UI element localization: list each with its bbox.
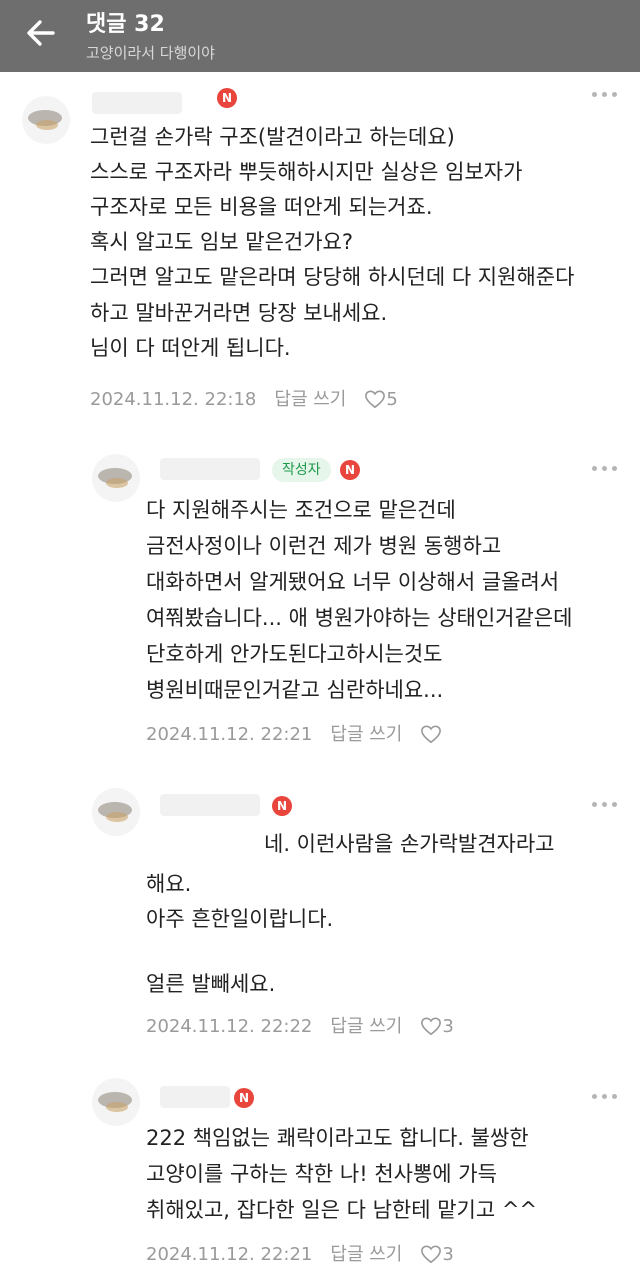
more-options-button[interactable] — [592, 466, 618, 474]
comment-text-line: 하고 말바꾼거라면 당장 보내세요. — [90, 301, 388, 325]
comment-text-line: 구조자로 모든 비용을 떠안게 되는거죠. — [90, 195, 433, 219]
page-subtitle: 고양이라서 다행이야 — [86, 44, 215, 62]
heart-icon[interactable] — [420, 1016, 442, 1036]
comment-meta: 2024.11.12. 22:18 답글 쓰기 5 — [90, 385, 398, 411]
comment-text-line: 병원비때문인거같고 심란하네요... — [146, 678, 444, 702]
reply-button[interactable]: 답글 쓰기 — [330, 1244, 402, 1265]
new-badge-icon: N — [217, 88, 237, 108]
like-count: 3 — [442, 1016, 454, 1037]
comment-text-line: 다 지원해주시는 조건으로 맡은건데 — [146, 498, 456, 522]
comment-item: 작성자 N 다 지원해주시는 조건으로 맡은건데 금전사정이나 이런건 제가 병… — [0, 452, 640, 762]
author-name[interactable] — [160, 1086, 230, 1108]
comment-item: N 네. 이런사람을 손가락발견자라고 해요. 아주 흔한일이랍니다. 얼른 발… — [0, 786, 640, 1054]
like-count: 5 — [386, 389, 398, 410]
author-name[interactable] — [160, 794, 260, 816]
comment-text-line: 네. 이런사람을 손가락발견자라고 — [264, 832, 555, 856]
new-badge-icon: N — [272, 796, 292, 816]
heart-icon[interactable] — [420, 724, 442, 744]
reply-button[interactable]: 답글 쓰기 — [274, 389, 346, 410]
comment-text-line: 얼른 발빼세요. — [146, 972, 276, 996]
comment-text-line: 아주 흔한일이랍니다. — [146, 907, 334, 931]
comment-text-line: 여쭤봤습니다... 애 병원가야하는 상태인거같은데 — [146, 606, 573, 630]
avatar[interactable] — [92, 1078, 140, 1126]
comment-meta: 2024.11.12. 22:22 답글 쓰기 3 — [146, 1012, 454, 1038]
heart-icon[interactable] — [364, 389, 386, 409]
new-badge-icon: N — [234, 1088, 254, 1108]
author-name[interactable] — [160, 458, 260, 480]
comment-date: 2024.11.12. 22:22 — [146, 1016, 313, 1037]
comment-date: 2024.11.12. 22:21 — [146, 1244, 313, 1265]
more-options-button[interactable] — [592, 1094, 618, 1102]
comment-text-line: 222 책임없는 쾌락이라고도 합니다. 불쌍한 — [146, 1126, 529, 1150]
comment-text-line: 대화하면서 알게됐어요 너무 이상해서 글올려서 — [146, 570, 560, 594]
new-badge-icon: N — [340, 460, 360, 480]
comment-text-line: 혹시 알고도 임보 맡은건가요? — [90, 230, 354, 254]
comment-text-line: 해요. — [146, 872, 192, 896]
app-header: 댓글 32 고양이라서 다행이야 — [0, 0, 640, 72]
comment-text-line: 스스로 구조자라 뿌듯해하시지만 실상은 임보자가 — [90, 160, 523, 184]
page-title: 댓글 32 — [86, 12, 165, 37]
comment-text-line: 그러면 알고도 맡은라며 당당해 하시던데 다 지원해준다 — [90, 265, 575, 289]
comment-item: N 222 책임없는 쾌락이라고도 합니다. 불쌍한 고양이를 구하는 착한 나… — [0, 1076, 640, 1276]
author-name[interactable] — [92, 92, 182, 114]
like-count: 3 — [442, 1244, 454, 1265]
avatar[interactable] — [92, 788, 140, 836]
comment-text-line: 님이 다 떠안게 됩니다. — [90, 336, 291, 360]
comment-item: N 그런걸 손가락 구조(발견이라고 하는데요) 스스로 구조자라 뿌듯해하시지… — [0, 82, 640, 412]
back-button[interactable] — [22, 14, 60, 52]
comment-text-line: 취해있고, 잡다한 일은 다 남한테 맡기고 ^^ — [146, 1198, 538, 1222]
comment-text-line: 금전사정이나 이런건 제가 병원 동행하고 — [146, 534, 502, 558]
heart-icon[interactable] — [420, 1244, 442, 1264]
comment-meta: 2024.11.12. 22:21 답글 쓰기 — [146, 720, 442, 746]
more-options-button[interactable] — [592, 802, 618, 810]
arrow-left-icon — [27, 20, 55, 46]
avatar[interactable] — [22, 96, 70, 144]
comment-text-line: 그런걸 손가락 구조(발견이라고 하는데요) — [90, 125, 455, 149]
comment-date: 2024.11.12. 22:21 — [146, 724, 313, 745]
reply-button[interactable]: 답글 쓰기 — [330, 1016, 402, 1037]
reply-button[interactable]: 답글 쓰기 — [330, 724, 402, 745]
comment-text-line: 고양이를 구하는 착한 나! 천사뽕에 가득 — [146, 1162, 497, 1186]
author-badge: 작성자 — [272, 458, 331, 482]
more-options-button[interactable] — [592, 92, 618, 100]
comment-meta: 2024.11.12. 22:21 답글 쓰기 3 — [146, 1240, 454, 1266]
comment-text-line: 단호하게 안가도된다고하시는것도 — [146, 642, 443, 666]
comment-date: 2024.11.12. 22:18 — [90, 389, 257, 410]
avatar[interactable] — [92, 454, 140, 502]
